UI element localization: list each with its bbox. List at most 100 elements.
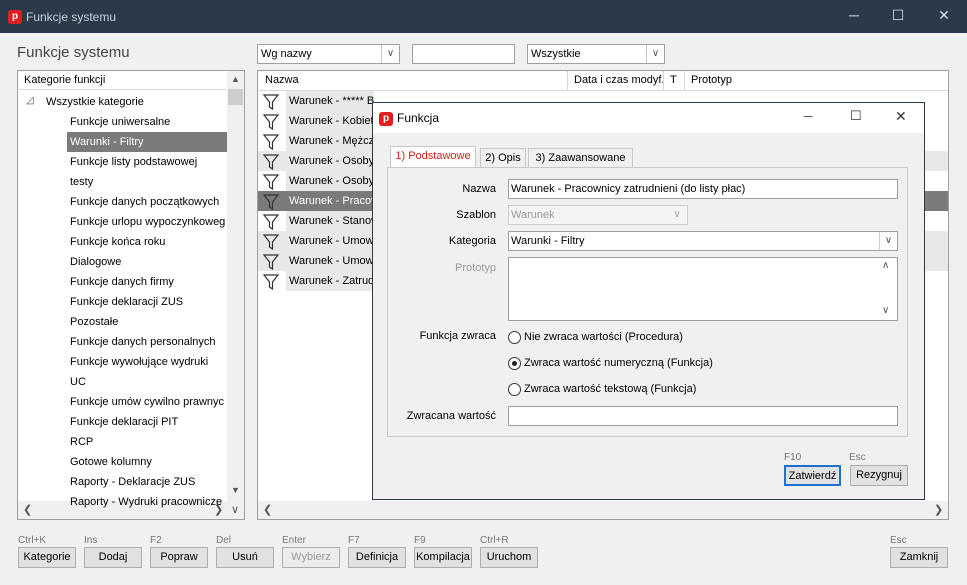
tree-item[interactable]: RCP <box>70 432 93 452</box>
list-item-label: Warunek - Mężczyźni <box>286 131 374 151</box>
shortcut-label: Del <box>216 535 232 546</box>
tree-item[interactable]: Warunki - Filtry <box>67 132 227 152</box>
list-item-label: Warunek - Osoby <box>286 171 374 191</box>
column-header[interactable]: T <box>670 74 677 86</box>
name-field[interactable]: Warunek - Pracownicy zatrudnieni (do lis… <box>508 179 898 199</box>
close-icon[interactable]: ✕ <box>921 0 967 33</box>
toolbar-button[interactable]: Kategorie <box>18 547 76 568</box>
list-item-label: Warunek - Zatrudnieni <box>286 271 374 291</box>
tab-advanced[interactable]: 3) Zaawansowane <box>528 148 633 168</box>
tree-item[interactable]: Raporty - Deklaracje ZUS <box>70 472 195 492</box>
filter-funnel-icon <box>262 113 280 131</box>
radio-button[interactable] <box>508 383 521 396</box>
returned-value-field[interactable] <box>508 406 898 426</box>
toolbar-button[interactable]: Definicja <box>348 547 406 568</box>
scroll-down-icon[interactable]: ∨ <box>231 503 239 516</box>
toolbar-button[interactable]: Usuń <box>216 547 274 568</box>
shortcut-label: F2 <box>150 535 162 546</box>
scroll-down-icon[interactable]: ∨ <box>882 305 889 316</box>
prototype-textarea[interactable] <box>508 257 898 321</box>
list-item-label: Warunek - Umowy <box>286 251 374 271</box>
list-item-label: Warunek - Osoby <box>286 151 374 171</box>
sort-select-value: Wg nazwy <box>261 48 312 60</box>
toolbar-button[interactable]: Popraw <box>150 547 208 568</box>
window-titlebar: p Funkcje systemu ─ ☐ ✕ <box>0 0 967 33</box>
tree-collapse-icon[interactable]: ◿ <box>26 95 34 106</box>
chevron-down-icon: ∨ <box>673 209 681 220</box>
tab-description[interactable]: 2) Opis <box>480 148 526 168</box>
scroll-left-icon[interactable]: ❮ <box>23 503 32 516</box>
close-icon[interactable]: ✕ <box>895 108 907 125</box>
tree-item[interactable]: Gotowe kolumny <box>70 452 152 472</box>
list-item-label: Warunek - Pracownicy <box>286 191 374 211</box>
radio-button[interactable] <box>508 331 521 344</box>
categories-scroll-thumb[interactable] <box>228 89 243 105</box>
scroll-left-icon[interactable]: ❮ <box>263 503 272 516</box>
tree-item[interactable]: Funkcje danych personalnych <box>70 332 216 352</box>
search-input[interactable] <box>412 44 515 64</box>
categories-vscrollbar[interactable]: ▲ ▼ <box>227 71 244 501</box>
chevron-down-icon[interactable]: ∨ <box>879 232 897 250</box>
shortcut-label: F9 <box>414 535 426 546</box>
radio-label: Zwraca wartość tekstową (Funkcja) <box>524 383 697 395</box>
scope-select-value: Wszystkie <box>531 48 581 60</box>
tree-item[interactable]: Funkcje urlopu wypoczynkoweg <box>70 212 225 232</box>
tree-item[interactable]: UC <box>70 372 86 392</box>
list-hscrollbar[interactable]: ❮ ❯ <box>258 501 948 519</box>
column-divider <box>567 71 568 91</box>
tree-item[interactable]: Funkcje umów cywilno prawnyc <box>70 392 224 412</box>
tree-item[interactable]: Funkcje końca roku <box>70 232 165 252</box>
radio-button[interactable] <box>508 357 521 370</box>
column-header[interactable]: Prototyp <box>691 74 732 86</box>
scope-select[interactable]: Wszystkie ∨ <box>527 44 665 64</box>
sort-select[interactable]: Wg nazwy ∨ <box>257 44 400 64</box>
tree-item[interactable]: Dialogowe <box>70 252 121 272</box>
tree-item[interactable]: Funkcje listy podstawowej <box>70 152 197 172</box>
tree-item[interactable]: Funkcje danych początkowych <box>70 192 219 212</box>
toolbar-button[interactable]: Uruchom <box>480 547 538 568</box>
maximize-icon[interactable]: ☐ <box>850 108 862 124</box>
function-dialog: p Funkcja ─ ☐ ✕ 1) Podstawowe 2) Opis 3)… <box>372 102 925 500</box>
dialog-title: Funkcja <box>397 111 440 125</box>
tree-item[interactable]: Funkcje deklaracji ZUS <box>70 292 183 312</box>
tree-item[interactable]: Raporty - Wydruki pracownicze <box>70 492 222 512</box>
filter-funnel-icon <box>262 213 280 231</box>
name-label: Nazwa <box>462 183 496 195</box>
filter-funnel-icon <box>262 153 280 171</box>
filter-funnel-icon <box>262 193 280 211</box>
tree-item[interactable]: Funkcje uniwersalne <box>70 112 170 132</box>
cancel-button[interactable]: Rezygnuj <box>850 465 908 486</box>
column-header[interactable]: Nazwa <box>265 74 299 86</box>
confirm-button[interactable]: Zatwierdź <box>784 465 841 486</box>
tree-root[interactable]: Wszystkie kategorie <box>46 92 144 112</box>
toolbar-button[interactable]: Kompilacja <box>414 547 472 568</box>
shortcut-label: Enter <box>282 535 306 546</box>
scroll-down-icon[interactable]: ▼ <box>231 485 240 495</box>
close-button[interactable]: Zamknij <box>890 547 948 568</box>
tree-item[interactable]: Funkcje deklaracji PIT <box>70 412 178 432</box>
toolbar-button[interactable]: Dodaj <box>84 547 142 568</box>
column-header[interactable]: Data i czas modyf. <box>574 74 664 86</box>
scroll-up-icon[interactable]: ∧ <box>882 260 889 271</box>
window-title: Funkcje systemu <box>26 10 117 24</box>
tree-item[interactable]: Funkcje wywołujące wydruki <box>70 352 208 372</box>
category-select[interactable]: Warunki - Filtry ∨ <box>508 231 898 251</box>
toolbar-button: Wybierz <box>282 547 340 568</box>
maximize-icon[interactable]: ☐ <box>875 0 921 33</box>
categories-header: Kategorie funkcji <box>18 71 226 90</box>
template-select: Warunek ∨ <box>508 205 688 225</box>
tree-item[interactable]: Funkcje danych firmy <box>70 272 174 292</box>
minimize-icon[interactable]: ─ <box>831 0 877 33</box>
radio-label: Zwraca wartość numeryczną (Funkcja) <box>524 357 713 369</box>
page-title: Funkcje systemu <box>17 44 130 61</box>
app-logo-icon: p <box>379 112 393 126</box>
radio-label: Nie zwraca wartości (Procedura) <box>524 331 683 343</box>
tree-item[interactable]: testy <box>70 172 93 192</box>
tab-basic[interactable]: 1) Podstawowe <box>390 146 476 168</box>
filter-funnel-icon <box>262 273 280 291</box>
minimize-icon[interactable]: ─ <box>804 109 813 123</box>
scroll-right-icon[interactable]: ❯ <box>934 503 943 516</box>
scroll-up-icon[interactable]: ▲ <box>231 74 240 84</box>
tree-item[interactable]: Pozostałe <box>70 312 118 332</box>
app-logo-icon: p <box>8 10 22 24</box>
